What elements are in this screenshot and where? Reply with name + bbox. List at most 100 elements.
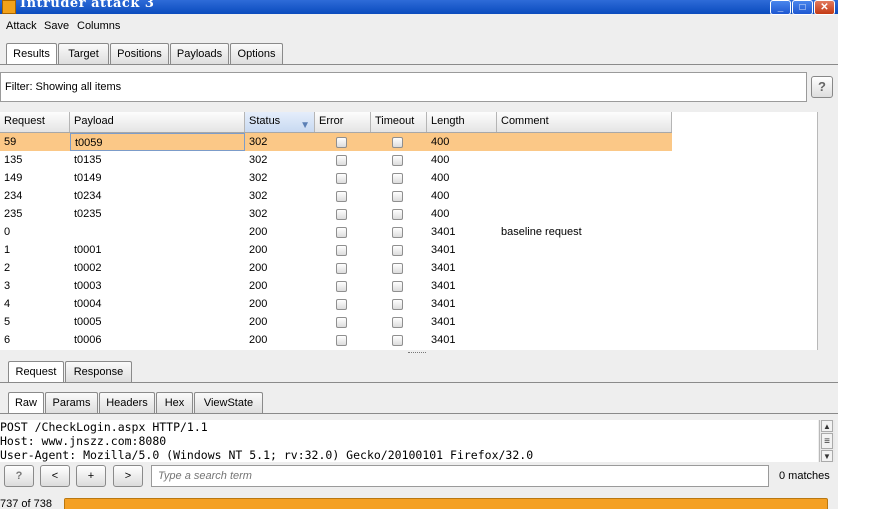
- tab-target[interactable]: Target: [58, 43, 109, 64]
- table-row[interactable]: 149 t0149 302 400: [0, 169, 672, 187]
- menu-save[interactable]: Save: [44, 20, 69, 32]
- tab-params[interactable]: Params: [45, 392, 98, 413]
- tab-headers[interactable]: Headers: [99, 392, 155, 413]
- table-row[interactable]: 2 t0002 200 3401: [0, 259, 672, 277]
- cell-payload: t0002: [74, 262, 102, 274]
- table-scrollbar[interactable]: ▲ ▼: [817, 112, 818, 350]
- table-row[interactable]: 5 t0005 200 3401: [0, 313, 672, 331]
- cell-comment: [497, 151, 672, 169]
- close-button[interactable]: ✕: [814, 0, 835, 15]
- search-input[interactable]: [156, 466, 760, 486]
- column-timeout[interactable]: Timeout: [371, 112, 427, 132]
- search-previous-button[interactable]: <: [40, 465, 70, 487]
- search-help-button[interactable]: ?: [4, 465, 34, 487]
- tab-results[interactable]: Results: [6, 43, 57, 65]
- table-row[interactable]: 6 t0006 200 3401: [0, 331, 672, 349]
- table-row[interactable]: 234 t0234 302 400: [0, 187, 672, 205]
- editor-scroll-up-icon[interactable]: ▲: [821, 420, 833, 432]
- cell-length: 400: [431, 190, 450, 202]
- cell-comment: [497, 169, 672, 187]
- maximize-button[interactable]: □: [792, 0, 813, 15]
- error-checkbox: [336, 335, 347, 346]
- editor-scrollbar[interactable]: ▲ ≡ ▼: [819, 420, 835, 462]
- timeout-checkbox: [392, 191, 403, 202]
- timeout-checkbox: [392, 299, 403, 310]
- filter-help-button[interactable]: ?: [811, 76, 833, 98]
- tab-request[interactable]: Request: [8, 361, 64, 383]
- table-row[interactable]: 135 t0135 302 400: [0, 151, 672, 169]
- tab-payloads[interactable]: Payloads: [170, 43, 229, 64]
- timeout-checkbox: [392, 209, 403, 220]
- editor-scroll-down-icon[interactable]: ▼: [821, 450, 833, 462]
- cell-error: [315, 331, 371, 349]
- cell-request: 1: [4, 244, 11, 256]
- column-error[interactable]: Error: [315, 112, 371, 132]
- cell-comment: [497, 187, 672, 205]
- column-payload[interactable]: Payload: [70, 112, 245, 132]
- column-length[interactable]: Length: [427, 112, 497, 132]
- raw-request-editor[interactable]: POST /CheckLogin.aspx HTTP/1.1 Host: www…: [0, 420, 818, 462]
- cell-timeout: [371, 133, 427, 151]
- cell-payload: t0149: [74, 172, 102, 184]
- cell-request: 59: [4, 136, 17, 148]
- table-row[interactable]: 3 t0003 200 3401: [0, 277, 672, 295]
- tab-raw[interactable]: Raw: [8, 392, 44, 414]
- minimize-button[interactable]: _: [770, 0, 791, 15]
- tab-hex[interactable]: Hex: [156, 392, 193, 413]
- tab-options[interactable]: Options: [230, 43, 283, 64]
- column-comment[interactable]: Comment: [497, 112, 672, 132]
- error-checkbox: [336, 317, 347, 328]
- error-checkbox: [336, 281, 347, 292]
- cell-length: 400: [431, 136, 450, 148]
- column-request[interactable]: Request: [0, 112, 70, 132]
- cell-timeout: [371, 241, 427, 259]
- cell-request: 6: [4, 334, 11, 346]
- tab-viewstate[interactable]: ViewState: [194, 392, 263, 413]
- search-add-button[interactable]: +: [76, 465, 106, 487]
- cell-request: 2: [4, 262, 11, 274]
- cell-comment: baseline request: [501, 226, 582, 238]
- cell-length: 400: [431, 154, 450, 166]
- error-checkbox: [336, 227, 347, 238]
- cell-status: 302: [249, 136, 268, 148]
- cell-status: 200: [249, 226, 268, 238]
- cell-length: 3401: [431, 226, 456, 238]
- cell-status: 302: [249, 172, 268, 184]
- window-title: Intruder attack 3: [20, 0, 155, 11]
- request-response-tabs: Request Response: [8, 361, 838, 383]
- search-matches-count: 0 matches: [779, 470, 830, 482]
- tab-response[interactable]: Response: [65, 361, 132, 382]
- cell-length: 400: [431, 172, 450, 184]
- cell-error: [315, 169, 371, 187]
- raw-line: POST /CheckLogin.aspx HTTP/1.1: [0, 420, 208, 434]
- cell-status: 200: [249, 334, 268, 346]
- app-icon: [2, 0, 16, 14]
- column-status-label: Status: [249, 115, 281, 127]
- table-row[interactable]: 0 200 3401 baseline request: [0, 223, 672, 241]
- search-next-button[interactable]: >: [113, 465, 143, 487]
- menu-attack[interactable]: Attack: [6, 20, 37, 32]
- cell-comment: [497, 295, 672, 313]
- cell-length: 3401: [431, 334, 456, 346]
- error-checkbox: [336, 173, 347, 184]
- title-bar[interactable]: Intruder attack 3 _ □ ✕: [0, 0, 838, 15]
- cell-payload: t0135: [74, 154, 102, 166]
- tab-positions[interactable]: Positions: [110, 43, 169, 64]
- table-row[interactable]: 1 t0001 200 3401: [0, 241, 672, 259]
- cell-status: 200: [249, 316, 268, 328]
- table-row[interactable]: 4 t0004 200 3401: [0, 295, 672, 313]
- cell-error: [315, 259, 371, 277]
- table-row[interactable]: 235 t0235 302 400: [0, 205, 672, 223]
- table-row[interactable]: 59 t0059 302 400: [0, 133, 672, 151]
- column-status[interactable]: Status ▼: [245, 112, 315, 132]
- cell-length: 3401: [431, 262, 456, 274]
- error-checkbox: [336, 209, 347, 220]
- cell-status: 302: [249, 208, 268, 220]
- menu-columns[interactable]: Columns: [77, 20, 120, 32]
- cell-request: 135: [4, 154, 23, 166]
- editor-scroll-grip-icon[interactable]: ≡: [821, 433, 833, 449]
- cell-request: 4: [4, 298, 11, 310]
- split-pane-divider[interactable]: [408, 352, 426, 356]
- cell-status: 200: [249, 280, 268, 292]
- filter-bar[interactable]: Filter: Showing all items: [0, 72, 807, 102]
